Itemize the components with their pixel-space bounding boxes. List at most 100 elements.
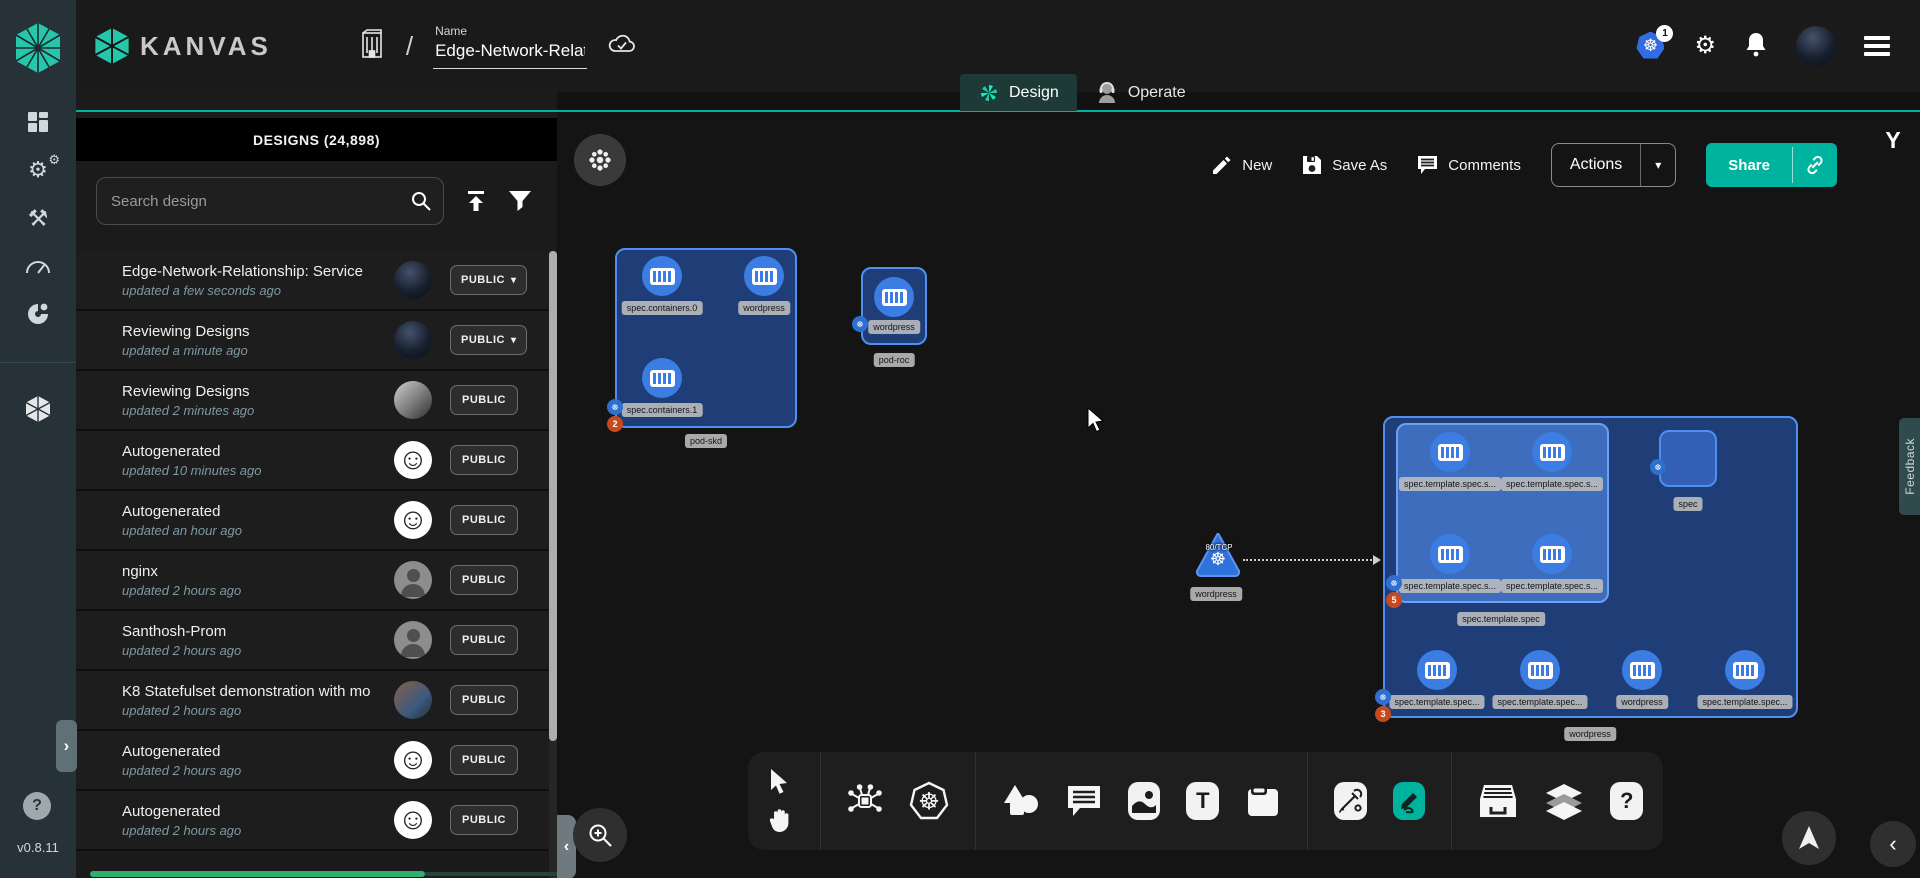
visibility-label: PUBLIC [461, 334, 505, 346]
freehand-pencil-tool-icon[interactable] [1393, 782, 1426, 820]
organization-building-icon[interactable] [358, 29, 386, 64]
design-list-item[interactable]: Santhosh-Prom updated 2 hours ago PUBLIC… [76, 611, 557, 671]
kanvas-snowflake-button[interactable] [574, 134, 626, 186]
visibility-chip[interactable]: PUBLIC ▾ [450, 265, 527, 295]
service-label: wordpress [1190, 587, 1242, 601]
container-node[interactable] [1725, 650, 1765, 690]
settings-gear-icon[interactable]: ⚙ [1694, 34, 1716, 58]
publish-upload-icon[interactable] [464, 189, 488, 213]
tab-design[interactable]: Design [960, 74, 1077, 111]
kubernetes-context-icon[interactable]: ☸ 1 [1636, 32, 1666, 61]
kubernetes-tool-icon[interactable]: ☸ [909, 781, 949, 821]
container-node[interactable] [874, 277, 914, 317]
performance-gauge-icon[interactable] [18, 252, 58, 280]
extensions-icon[interactable] [18, 300, 58, 328]
design-list-item[interactable]: nginx updated 2 hours ago PUBLIC ▾ [76, 551, 557, 611]
design-list-item[interactable]: K8 Statefulset demonstration with mo upd… [76, 671, 557, 731]
layers-icon[interactable] [1544, 782, 1584, 820]
actions-button[interactable]: Actions ▾ [1551, 143, 1676, 187]
search-input[interactable] [96, 177, 444, 225]
error-count-badge[interactable]: 2 [607, 416, 623, 432]
design-list-item[interactable]: Reviewing Designs updated 2 minutes ago … [76, 371, 557, 431]
copy-link-icon[interactable] [1793, 143, 1837, 187]
kanvas-hexagon-icon[interactable] [18, 395, 58, 423]
service-node[interactable]: ☸ [1193, 533, 1243, 584]
visibility-chip[interactable]: PUBLIC ▾ [450, 685, 518, 715]
error-count-badge[interactable]: 5 [1386, 592, 1402, 608]
container-node[interactable] [1532, 534, 1572, 574]
kanvas-brand[interactable]: KANVAS [94, 26, 272, 66]
design-item-text: Edge-Network-Relationship: Service updat… [122, 263, 394, 298]
design-list-item[interactable]: Autogenerated updated 2 hours ago PUBLIC… [76, 731, 557, 791]
tab-operate[interactable]: Operate [1077, 74, 1204, 111]
layer5-logo-icon[interactable] [15, 22, 61, 74]
design-list-item[interactable]: Reviewing Designs updated a minute ago P… [76, 311, 557, 371]
design-list-item[interactable]: Autogenerated updated an hour ago PUBLIC… [76, 491, 557, 551]
notifications-bell-icon[interactable] [1744, 31, 1768, 62]
feedback-tab[interactable]: Feedback [1899, 418, 1920, 515]
zoom-in-button[interactable] [573, 808, 627, 862]
container-node[interactable] [1532, 432, 1572, 472]
hamburger-menu-icon[interactable] [1864, 36, 1890, 56]
visibility-chip[interactable]: PUBLIC ▾ [450, 325, 527, 355]
sidebar-expand-handle[interactable]: › [56, 720, 77, 772]
design-name-field[interactable]: Name Edge-Network-Relatio [433, 24, 587, 69]
visibility-chip[interactable]: PUBLIC ▾ [450, 505, 518, 535]
error-count-badge[interactable]: 3 [1375, 706, 1391, 722]
design-canvas[interactable]: New Save As Comments Actions ▾ Share [557, 113, 1920, 878]
image-tool-icon[interactable] [1128, 782, 1161, 820]
note-tool-icon[interactable] [1245, 783, 1281, 819]
container-node[interactable] [642, 256, 682, 296]
design-list-item[interactable]: Autogenerated updated 2 hours ago PUBLIC… [76, 791, 557, 851]
visibility-chip[interactable]: PUBLIC ▾ [450, 445, 518, 475]
visibility-chip[interactable]: PUBLIC ▾ [450, 625, 518, 655]
user-avatar[interactable] [1796, 26, 1836, 66]
container-node[interactable] [642, 358, 682, 398]
comments-button[interactable]: Comments [1417, 155, 1521, 175]
container-node[interactable] [1622, 650, 1662, 690]
design-list-item[interactable]: Edge-Network-Relationship: Service updat… [76, 251, 557, 311]
container-node[interactable] [744, 256, 784, 296]
pod-template-node[interactable] [1396, 423, 1609, 603]
collapse-right-button[interactable]: ‹ [1870, 821, 1916, 867]
scrollbar-thumb[interactable] [549, 251, 557, 741]
text-tool-icon[interactable]: T [1186, 782, 1219, 820]
share-button[interactable]: Share [1706, 143, 1837, 187]
designs-scrollbar[interactable] [549, 251, 557, 878]
dock-help-icon[interactable]: ? [1610, 782, 1643, 820]
design-title: Autogenerated [122, 743, 394, 760]
container-node[interactable] [1430, 534, 1470, 574]
shapes-tool-icon[interactable] [1002, 783, 1040, 819]
visibility-chip[interactable]: PUBLIC ▾ [450, 745, 518, 775]
locate-navigate-button[interactable] [1782, 811, 1836, 865]
help-icon[interactable]: ? [23, 792, 51, 820]
comment-tool-icon[interactable] [1066, 784, 1102, 818]
dashboard-icon[interactable] [18, 108, 58, 136]
configuration-tools-icon[interactable]: ⚒ [18, 204, 58, 232]
visibility-chip[interactable]: PUBLIC ▾ [450, 805, 518, 835]
shortcut-y-icon[interactable]: Y [1879, 127, 1907, 154]
visibility-chip[interactable]: PUBLIC ▾ [450, 565, 518, 595]
container-node[interactable] [1417, 650, 1457, 690]
lifecycle-gears-icon[interactable]: ⚙ ⚙ [18, 156, 58, 184]
container-node[interactable] [1430, 432, 1470, 472]
mesh-components-icon[interactable] [847, 783, 883, 819]
new-button[interactable]: New [1212, 155, 1272, 175]
k8s-badge-icon: ☸ [1650, 459, 1666, 475]
actions-caret-icon[interactable]: ▾ [1641, 144, 1675, 186]
import-drawer-icon[interactable] [1478, 783, 1518, 819]
design-name-value[interactable]: Edge-Network-Relatio [435, 41, 585, 61]
design-title: nginx [122, 563, 394, 580]
filter-funnel-icon[interactable] [508, 190, 532, 212]
design-list-item[interactable]: Autogenerated updated 10 minutes ago PUB… [76, 431, 557, 491]
panel-collapse-handle[interactable]: ‹ [557, 815, 576, 878]
pan-hand-tool-icon[interactable] [768, 807, 794, 833]
container-node[interactable] [1520, 650, 1560, 690]
visibility-label: PUBLIC [462, 814, 506, 826]
save-as-button[interactable]: Save As [1302, 155, 1387, 175]
pen-tool-icon[interactable] [1334, 782, 1367, 820]
design-owner-avatar [394, 741, 432, 779]
spec-node[interactable] [1659, 430, 1717, 487]
cursor-tool-icon[interactable] [769, 769, 793, 795]
visibility-chip[interactable]: PUBLIC ▾ [450, 385, 518, 415]
